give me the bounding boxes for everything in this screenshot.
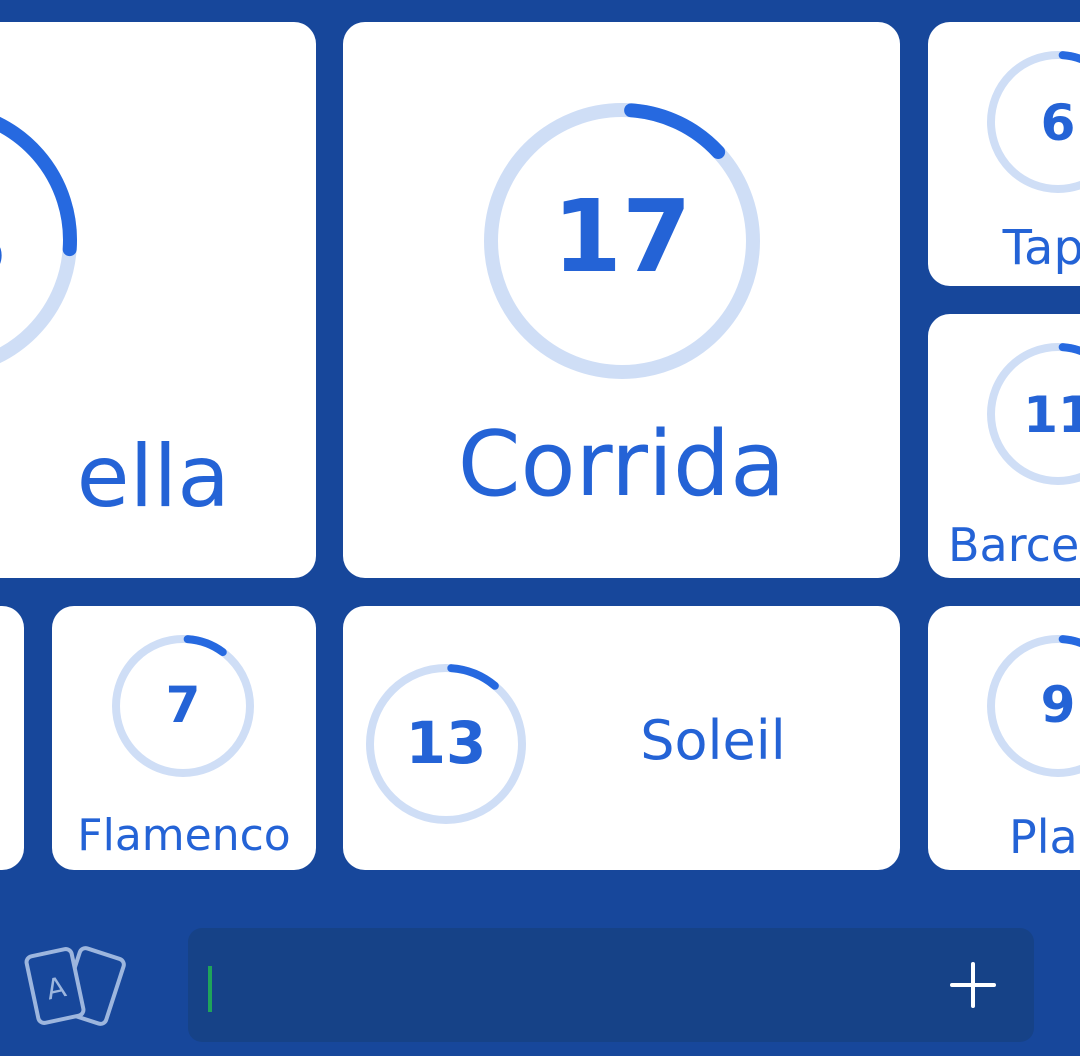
tile-label: Flamenco [77,810,291,861]
tile-soleil[interactable]: 13 Soleil [343,606,900,870]
tile-paella[interactable]: 23 ella [0,22,316,578]
tile-count: 7 [165,676,201,734]
plus-icon [950,962,996,1008]
tile-label: Corrida [457,412,786,517]
tile-count: 17 [552,178,692,295]
tile-count: 13 [405,709,487,777]
tile-count: 6 [1040,94,1076,152]
tile-label: Plag [1009,810,1080,864]
tile-count: 11 [1023,386,1080,444]
tile-label: Soleil [640,709,786,772]
game-board: 23 ella 17 Corrida 6 Tapa 11 Barcel 7 Fl… [0,0,1080,1056]
tile-label: Tapa [1002,220,1080,276]
answer-field[interactable] [188,928,1034,1042]
answer-input[interactable] [206,952,910,1020]
add-button[interactable] [938,950,1008,1020]
tile-partial[interactable] [0,606,24,870]
tile-flamenco[interactable]: 7 Flamenco [52,606,316,870]
cards-icon[interactable]: A [22,936,132,1032]
tile-barcelona[interactable]: 11 Barcel [928,314,1080,578]
tile-count: 23 [0,192,40,292]
text-caret [208,966,212,1012]
tile-plage[interactable]: 9 Plag [928,606,1080,870]
tile-count: 9 [1040,676,1076,734]
tile-corrida[interactable]: 17 Corrida [343,22,900,578]
tile-tapas[interactable]: 6 Tapa [928,22,1080,286]
tile-label: Barcel [948,518,1080,572]
tile-label: ella [76,427,230,527]
